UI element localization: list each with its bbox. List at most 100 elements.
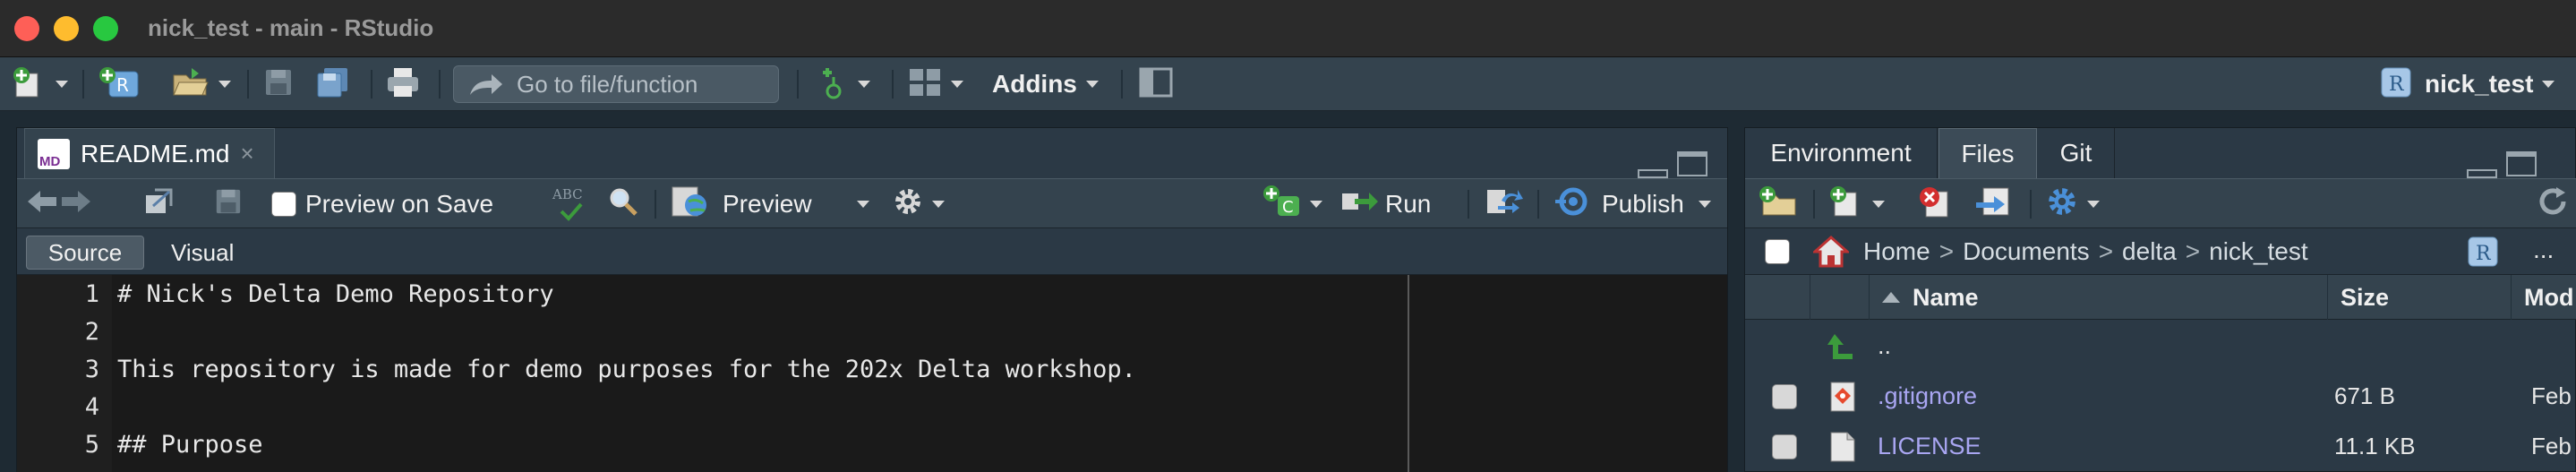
preview-on-save-checkbox[interactable]: Preview on Save xyxy=(271,186,493,222)
files-pane: Environment Files Git Home > Documents >… xyxy=(1744,127,2576,472)
toolbar-divider xyxy=(1813,190,1815,219)
select-all-checkbox[interactable] xyxy=(1765,238,1790,264)
breadcrumb-separator: > xyxy=(2185,236,2201,265)
maximize-pane-icon[interactable] xyxy=(1677,151,1707,176)
code-editor[interactable]: 1 2 3 4 5 # Nick's Delta Demo Repository… xyxy=(17,275,1727,472)
sidebar-icon xyxy=(1139,67,1173,102)
minimize-pane-icon[interactable] xyxy=(1638,169,1668,178)
toolbar-divider xyxy=(655,190,656,219)
delete-icon xyxy=(1917,185,1953,225)
tab-git[interactable]: Git xyxy=(2038,128,2115,178)
main-toolbar: R Go to file/function Addins R nick_test xyxy=(0,57,2576,111)
row-checkbox[interactable] xyxy=(1772,384,1797,409)
goto-file-function-input[interactable]: Go to file/function xyxy=(453,65,779,103)
project-menu[interactable]: R nick_test xyxy=(2380,66,2555,102)
popout-icon xyxy=(142,186,175,223)
parent-directory-row[interactable]: .. xyxy=(1745,322,2576,372)
files-toolbar xyxy=(1745,178,2576,228)
more-options-button[interactable]: ... xyxy=(2533,236,2554,264)
chevron-down-icon xyxy=(951,81,963,88)
minimize-pane-icon[interactable] xyxy=(2467,169,2497,178)
refresh-icon xyxy=(2537,185,2569,224)
up-arrow-icon xyxy=(1826,330,1858,367)
chevron-down-icon xyxy=(858,81,870,88)
chevron-down-icon xyxy=(2087,201,2100,208)
minimize-window-button[interactable] xyxy=(54,16,79,41)
file-name-link[interactable]: LICENSE xyxy=(1878,433,1981,460)
rerun-button[interactable] xyxy=(1485,186,1525,222)
table-row[interactable]: .gitignore 671 B Feb xyxy=(1745,372,2576,422)
gear-icon xyxy=(893,186,923,223)
refresh-files-button[interactable] xyxy=(2537,186,2569,222)
new-blank-file-button[interactable] xyxy=(1827,185,1885,222)
print-button[interactable] xyxy=(385,66,421,102)
chevron-down-icon xyxy=(1085,81,1099,88)
checkbox-box[interactable] xyxy=(271,192,296,217)
toolbar-divider xyxy=(371,70,372,99)
breadcrumb-delta[interactable]: delta xyxy=(2122,237,2177,266)
spell-check-button[interactable]: ABC xyxy=(551,186,590,222)
rename-file-button[interactable] xyxy=(1974,186,2012,222)
chevron-down-icon xyxy=(2542,81,2555,88)
home-icon[interactable] xyxy=(1813,235,1849,268)
file-modified: Feb xyxy=(2531,433,2572,459)
close-window-button[interactable] xyxy=(14,16,39,41)
delete-file-button[interactable] xyxy=(1917,186,1953,222)
save-button[interactable] xyxy=(263,66,294,102)
toolbar-divider xyxy=(1468,190,1469,219)
files-more-button[interactable] xyxy=(2046,186,2100,222)
svg-text:R: R xyxy=(2476,243,2492,265)
toggle-pane-button[interactable] xyxy=(1139,66,1173,102)
show-in-window-button[interactable] xyxy=(142,186,175,222)
forward-button[interactable] xyxy=(60,186,92,222)
chevron-down-icon xyxy=(56,81,68,88)
mode-source-button[interactable]: Source xyxy=(26,236,144,270)
parent-directory-link[interactable]: .. xyxy=(1878,332,1891,360)
new-project-button[interactable]: R xyxy=(97,66,143,102)
gear-icon xyxy=(2046,185,2078,224)
breadcrumb-nick-test[interactable]: nick_test xyxy=(2209,237,2308,266)
back-button[interactable] xyxy=(26,186,58,222)
addins-menu[interactable]: Addins xyxy=(992,66,1099,102)
maximize-pane-icon[interactable] xyxy=(2506,151,2537,176)
open-file-button[interactable] xyxy=(170,66,231,102)
breadcrumb-documents[interactable]: Documents xyxy=(1963,237,2090,266)
r-project-icon[interactable]: R xyxy=(2467,236,2499,272)
column-header-name[interactable]: Name xyxy=(1869,275,2284,320)
insert-chunk-button[interactable]: C xyxy=(1262,185,1322,222)
preview-button[interactable]: Preview xyxy=(671,186,869,222)
find-replace-button[interactable] xyxy=(608,186,638,222)
line-number: 2 xyxy=(84,318,99,346)
new-project-icon: R xyxy=(97,64,143,105)
pane-layout-button[interactable] xyxy=(908,66,963,102)
row-checkbox[interactable] xyxy=(1772,434,1797,459)
close-tab-icon[interactable]: × xyxy=(240,140,253,167)
chevron-down-icon xyxy=(1698,201,1711,208)
settings-button[interactable] xyxy=(893,186,945,222)
editor-save-button[interactable] xyxy=(214,186,243,222)
tab-files[interactable]: Files xyxy=(1938,128,2037,178)
new-folder-button[interactable] xyxy=(1758,185,1799,225)
toolbar-divider xyxy=(247,70,249,99)
zoom-window-button[interactable] xyxy=(93,16,118,41)
new-blank-file-icon xyxy=(1827,184,1863,226)
svg-text:R: R xyxy=(116,74,129,96)
file-name-link[interactable]: .gitignore xyxy=(1878,382,1977,410)
run-button[interactable]: Run xyxy=(1340,186,1431,222)
save-all-button[interactable] xyxy=(315,66,351,102)
mode-visual-button[interactable]: Visual xyxy=(171,236,234,270)
table-row[interactable]: LICENSE 11.1 KB Feb xyxy=(1745,422,2576,472)
file-size: 671 B xyxy=(2334,382,2395,409)
print-icon xyxy=(385,66,421,103)
column-header-modified[interactable]: Mod xyxy=(2511,275,2576,320)
column-header-size[interactable]: Size xyxy=(2327,275,2511,320)
breadcrumb-home[interactable]: Home xyxy=(1863,237,1930,266)
toolbar-divider xyxy=(82,70,84,99)
tab-environment[interactable]: Environment xyxy=(1745,128,1938,178)
publish-button[interactable]: Publish xyxy=(1553,186,1711,222)
new-file-button[interactable] xyxy=(11,66,68,102)
new-folder-icon xyxy=(1758,185,1799,225)
line-number-gutter: 1 2 3 4 5 xyxy=(17,275,112,472)
version-control-button[interactable] xyxy=(818,66,870,102)
tab-readme[interactable]: MD README.md × xyxy=(24,128,275,178)
